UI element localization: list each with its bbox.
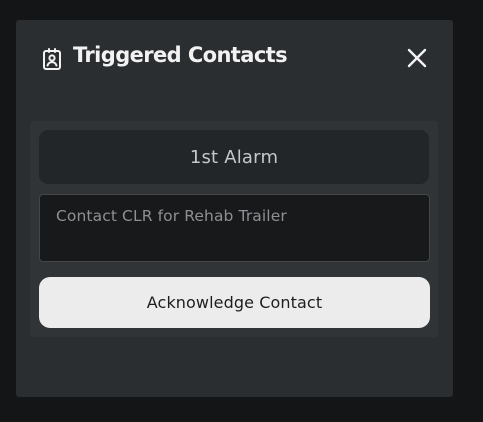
contact-message: Contact CLR for Rehab Trailer bbox=[39, 194, 430, 262]
triggered-contacts-modal: Triggered Contacts 1st Alarm Contact CLR… bbox=[16, 20, 453, 397]
modal-header: Triggered Contacts bbox=[16, 20, 453, 96]
close-icon[interactable] bbox=[405, 46, 429, 70]
alarm-level-label: 1st Alarm bbox=[39, 130, 429, 184]
modal-title: Triggered Contacts bbox=[73, 43, 288, 67]
contact-badge-icon bbox=[40, 47, 64, 71]
contact-panel: 1st Alarm Contact CLR for Rehab Trailer … bbox=[30, 121, 438, 337]
acknowledge-contact-button[interactable]: Acknowledge Contact bbox=[39, 277, 430, 328]
